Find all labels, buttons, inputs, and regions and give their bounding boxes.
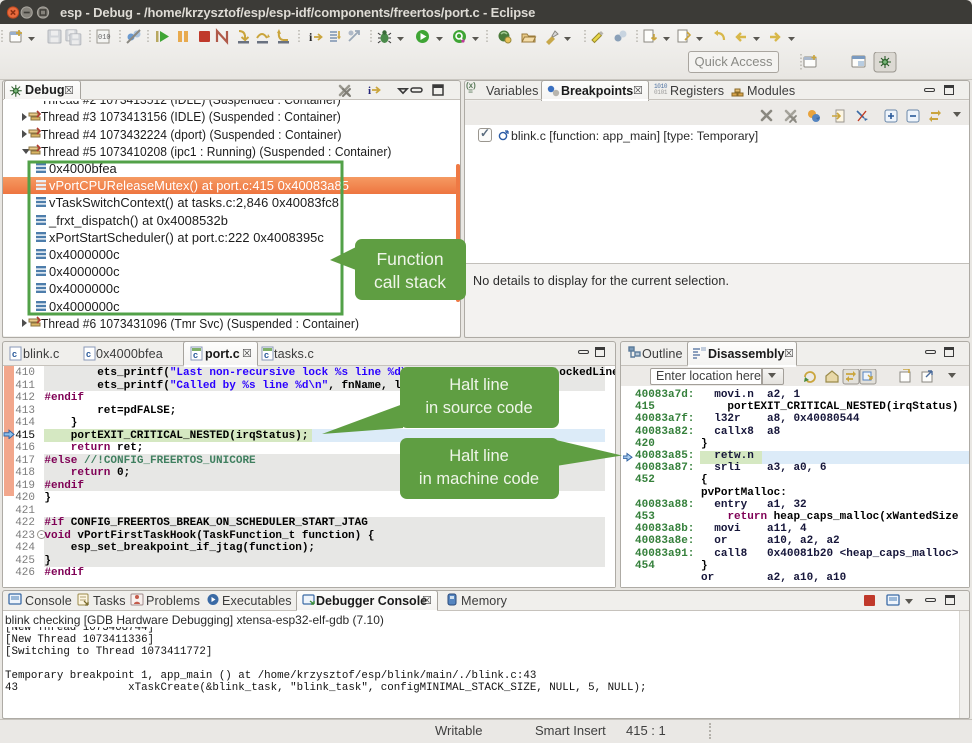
svg-text:c: c xyxy=(264,350,269,360)
svg-text:010: 010 xyxy=(98,34,111,42)
svg-text:c: c xyxy=(86,349,91,359)
svg-text:i: i xyxy=(309,30,313,44)
svg-text:c: c xyxy=(193,350,198,360)
svg-text:i: i xyxy=(368,85,371,97)
svg-text:c: c xyxy=(12,349,17,359)
